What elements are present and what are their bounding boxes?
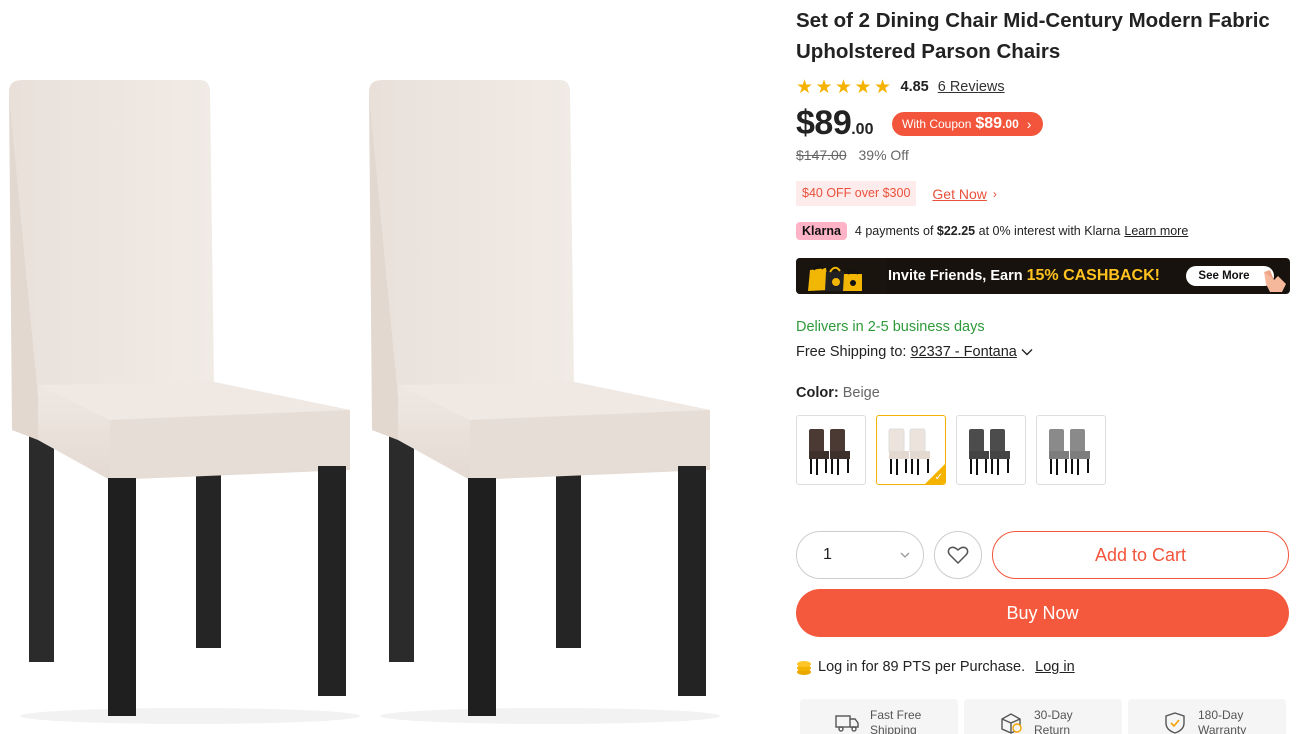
feature-line2: Shipping	[870, 723, 917, 734]
cashback-banner[interactable]: Invite Friends, Earn 15% CASHBACK! See M…	[796, 258, 1290, 294]
checkmark-icon: ✓	[934, 472, 943, 483]
points-row: Log in for 89 PTS per Purchase. Log in	[796, 656, 1075, 678]
feature-30-day-return: 30-Day Return	[964, 699, 1122, 734]
reviews-link[interactable]: 6 Reviews	[938, 79, 1005, 95]
feature-line1: 30-Day	[1034, 708, 1073, 722]
price: $89	[796, 104, 852, 142]
feature-text: 30-Day Return	[1034, 708, 1114, 734]
chevron-down-icon[interactable]	[1021, 346, 1033, 358]
original-price-row: $147.00 39% Off	[796, 147, 909, 163]
truck-icon	[835, 715, 859, 732]
shipping-row: Free Shipping to: 92337 - Fontana	[796, 344, 1033, 360]
color-value: Beige	[842, 385, 880, 401]
chair-right	[369, 80, 710, 716]
feature-line1: 180-Day	[1198, 708, 1244, 722]
swatch-image	[809, 429, 850, 475]
coupon-label: With Coupon	[902, 117, 972, 131]
product-image[interactable]	[0, 0, 760, 734]
points-text: Log in for 89 PTS per Purchase.	[818, 659, 1026, 675]
return-box-icon	[1001, 713, 1022, 734]
color-selection-label: Color: Beige	[796, 385, 880, 401]
chairs-illustration	[9, 80, 720, 724]
rating-row: ★ ★ ★ ★ ★ 4.85 6 Reviews	[796, 76, 1005, 98]
feature-180-day-warranty: 180-Day Warranty	[1128, 699, 1286, 734]
banner-text: Invite Friends, Earn 15% CASHBACK!	[888, 267, 1160, 285]
delivery-estimate: Delivers in 2-5 business days	[796, 319, 985, 335]
color-label: Color:	[796, 385, 839, 401]
login-link[interactable]: Log in	[1035, 659, 1075, 675]
chevron-right-icon: ›	[1026, 116, 1032, 132]
shield-check-icon	[1165, 712, 1185, 734]
feature-text: Fast Free Shipping	[870, 708, 950, 734]
heart-icon	[947, 546, 969, 565]
add-to-cart-button[interactable]: Add to Cart	[992, 531, 1289, 579]
klarna-learn-more-link[interactable]: Learn more	[1124, 224, 1188, 238]
color-swatch-beige[interactable]: ✓	[876, 415, 946, 485]
feature-fast-free-shipping: Fast Free Shipping	[800, 699, 958, 734]
chair-left	[9, 80, 350, 716]
service-features: Fast Free Shipping 30-Day Return 180-Day	[800, 699, 1286, 734]
promo-tag: $40 OFF over $300	[796, 181, 917, 206]
quantity-value: 1	[823, 546, 832, 563]
klarna-row: Klarna 4 payments of $22.25 at 0% intere…	[796, 220, 1188, 242]
star-icon: ★	[854, 76, 872, 98]
shipping-location-link[interactable]: 92337 - Fontana	[910, 344, 1016, 360]
banner-highlight: 15% CASHBACK!	[1026, 267, 1160, 284]
color-swatches: ✓	[796, 415, 1106, 485]
original-price: $147.00	[796, 147, 847, 163]
feature-line1: Fast Free	[870, 708, 922, 722]
color-swatch-dark-gray[interactable]	[956, 415, 1026, 485]
feature-line2: Warranty	[1198, 723, 1247, 734]
klarna-amount: $22.25	[936, 224, 976, 238]
chevron-down-icon	[900, 552, 910, 558]
discount-percent: 39% Off	[858, 147, 909, 163]
star-icon: ★	[874, 76, 892, 98]
coins-icon	[797, 661, 811, 675]
feature-line2: Return	[1034, 723, 1071, 734]
klarna-text-after: at 0% interest with Klarna	[978, 224, 1121, 238]
price-cents: .00	[851, 121, 874, 138]
rating-stars: ★ ★ ★ ★ ★	[796, 78, 893, 97]
swatch-image	[969, 429, 1010, 475]
coupon-amount: $89	[975, 115, 1003, 132]
shopping-bags-icon	[796, 258, 886, 294]
klarna-text-before: 4 payments of	[854, 224, 934, 238]
swatch-image	[1049, 429, 1090, 475]
color-swatch-gray[interactable]	[1036, 415, 1106, 485]
quantity-select[interactable]: 1	[796, 531, 924, 579]
wishlist-button[interactable]	[934, 531, 982, 579]
color-swatch-brown[interactable]	[796, 415, 866, 485]
star-icon: ★	[835, 76, 853, 98]
price-row: $89.00 With Coupon $89.00 ›	[796, 104, 1044, 144]
rating-value: 4.85	[900, 79, 929, 95]
klarna-logo: Klarna	[796, 222, 847, 240]
buy-now-button[interactable]: Buy Now	[796, 589, 1289, 637]
shipping-label: Free Shipping to:	[796, 344, 907, 360]
star-icon: ★	[815, 76, 833, 98]
product-title: Set of 2 Dining Chair Mid-Century Modern…	[796, 9, 1270, 63]
get-now-link[interactable]: Get Now	[932, 186, 986, 202]
coupon-amount-cents: .00	[1002, 117, 1019, 131]
chevron-right-icon: ›	[992, 186, 997, 201]
star-icon: ★	[796, 76, 814, 98]
promo-row: $40 OFF over $300 Get Now ›	[796, 181, 997, 206]
feature-text: 180-Day Warranty	[1198, 708, 1278, 734]
coupon-button[interactable]: With Coupon $89.00 ›	[892, 112, 1044, 136]
banner-text-main: Invite Friends, Earn	[888, 268, 1027, 284]
pointing-hand-icon	[1264, 270, 1286, 292]
